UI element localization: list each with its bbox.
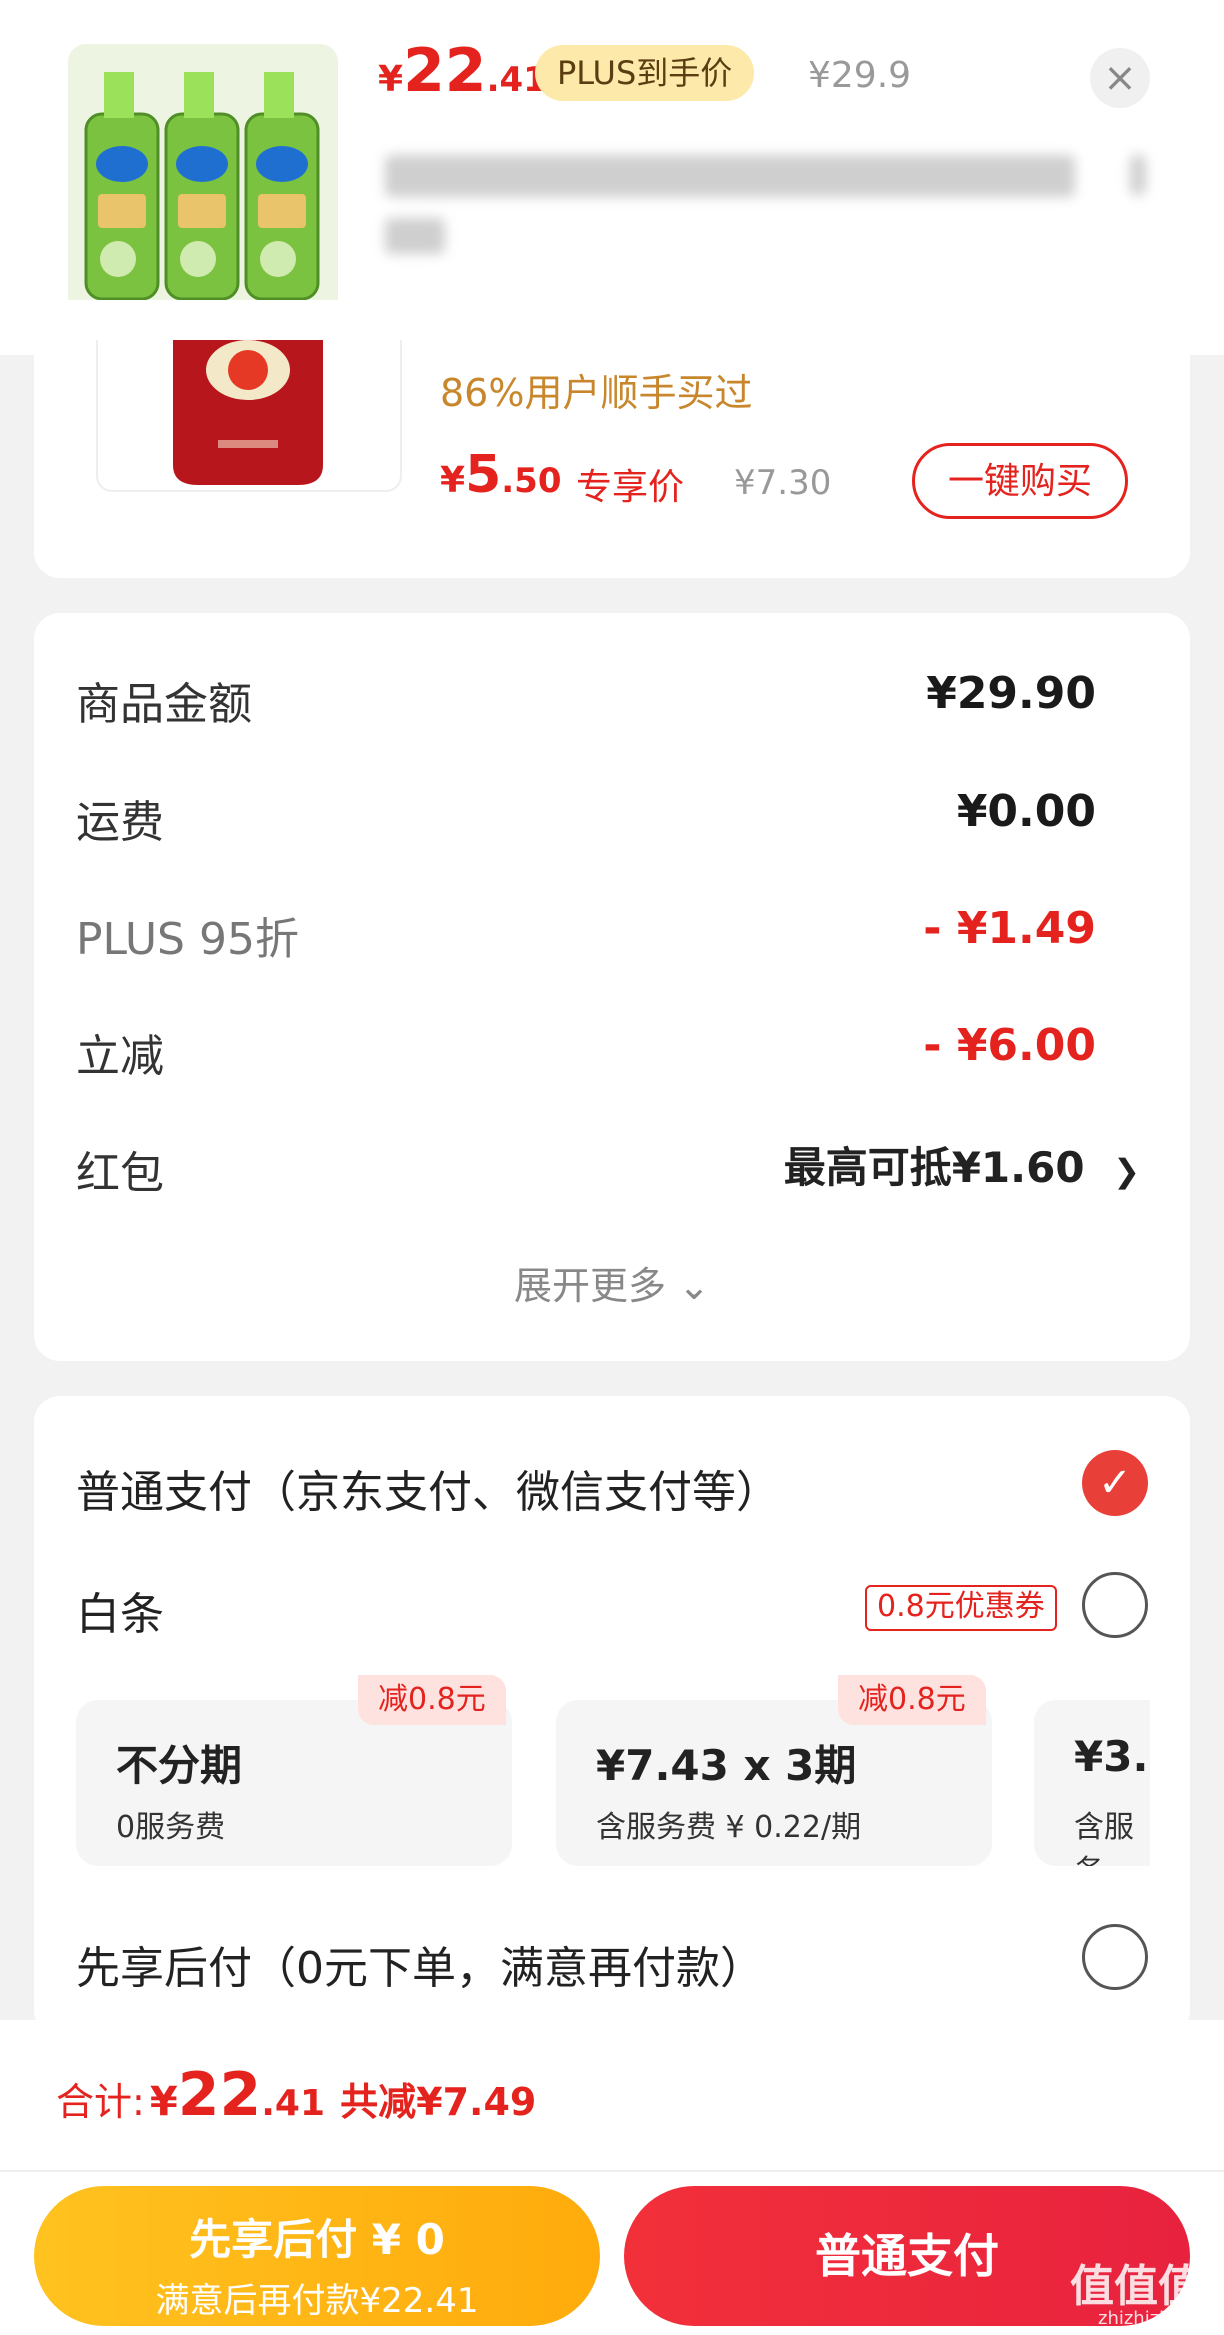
upsell-price: ¥5.50 <box>440 445 561 505</box>
summary-label-plus-discount: PLUS 95折 <box>76 914 299 965</box>
installment-discount-badge-2: 减0.8元 <box>838 1675 986 1725</box>
expand-more-label: 展开更多 <box>514 1264 667 1308</box>
upsell-currency: ¥ <box>440 460 466 501</box>
expand-more-button[interactable]: 展开更多 ⌄ <box>0 1255 1224 1310</box>
total-currency: ¥ <box>149 2079 178 2125</box>
upsell-price-dec: .50 <box>501 461 562 501</box>
upsell-product-image <box>96 340 402 492</box>
summary-value-plus-discount: - ¥1.49 <box>923 903 1096 954</box>
summary-value-red-packet: 最高可抵¥1.60 <box>783 1143 1085 1192</box>
order-total: 合计: ¥22.41 共减¥7.49 <box>56 2060 536 2130</box>
chevron-right-icon: ❯ <box>1113 1152 1140 1190</box>
check-icon: ✓ <box>1098 1460 1132 1506</box>
bottom-divider <box>0 2170 1224 2172</box>
coupon-badge: 0.8元优惠券 <box>865 1585 1057 1631</box>
installment-title-2: ¥7.43 x 3期 <box>596 1741 857 1790</box>
upsell-price-int: 5 <box>465 445 502 505</box>
close-button[interactable]: × <box>1090 48 1150 108</box>
summary-value-subtotal: ¥29.90 <box>926 668 1096 719</box>
pay-later-label[interactable]: 先享后付（0元下单，满意再付款） <box>76 1932 764 1996</box>
summary-value-shipping: ¥0.00 <box>956 786 1096 837</box>
product-title-blurred-3 <box>1130 155 1146 195</box>
normal-payment-label[interactable]: 普通支付（京东支付、微信支付等） <box>76 1456 780 1520</box>
total-saving: 共减¥7.49 <box>340 2080 537 2124</box>
watermark-logo: 值值值 <box>1070 2261 1202 2312</box>
summary-value-instant-discount: - ¥6.00 <box>923 1020 1096 1071</box>
chevron-down-icon: ⌄ <box>678 1264 710 1308</box>
currency-symbol: ¥ <box>378 59 404 100</box>
summary-label-shipping: 运费 <box>76 797 164 848</box>
installment-title-3: ¥3.8 <box>1074 1732 1150 1781</box>
installment-title-1: 不分期 <box>116 1741 243 1790</box>
one-click-buy-button[interactable]: 一键购买 <box>912 443 1128 519</box>
exclusive-price-tag: 专享价 <box>576 467 685 508</box>
pay-later-button-main: 先享后付 ¥ 0 <box>189 2215 445 2264</box>
red-packet-row[interactable]: 最高可抵¥1.60 ❯ <box>784 1134 1140 1195</box>
installment-sub-1: 0服务费 <box>116 1810 226 1845</box>
header-price: ¥22.41 <box>378 36 547 106</box>
watermark-url: zhizhizhi.com <box>1098 2308 1220 2329</box>
original-price: ¥29.9 <box>808 55 912 96</box>
baitiao-label[interactable]: 白条 <box>76 1578 164 1642</box>
product-title-blurred-2 <box>385 218 445 254</box>
upsell-title: 86%用户顺手买过 <box>440 371 753 415</box>
upsell-original-price: ¥7.30 <box>734 463 832 503</box>
baitiao-radio[interactable] <box>1082 1572 1148 1638</box>
price-integer: 22 <box>403 36 487 106</box>
product-thumbnail <box>68 44 338 314</box>
installment-discount-badge-1: 减0.8元 <box>358 1675 506 1725</box>
installment-sub-2: 含服务费 ¥ 0.22/期 <box>596 1810 862 1845</box>
pay-later-button-sub: 满意后再付款¥22.41 <box>155 2281 479 2321</box>
summary-label-subtotal: 商品金额 <box>76 679 252 730</box>
close-icon: × <box>1103 55 1137 101</box>
product-title-blurred <box>385 155 1075 197</box>
pay-later-button[interactable]: 先享后付 ¥ 0 满意后再付款¥22.41 <box>34 2186 600 2326</box>
pay-later-radio[interactable] <box>1082 1924 1148 1990</box>
installment-sub-3: 含服务 <box>1074 1810 1134 1866</box>
installment-option-3-clip: ¥3.8 含服务 <box>1034 1700 1150 1866</box>
total-decimal: .41 <box>261 2083 326 2124</box>
normal-payment-radio[interactable]: ✓ <box>1082 1450 1148 1516</box>
total-integer: 22 <box>177 2060 262 2130</box>
summary-label-red-packet: 红包 <box>76 1148 164 1199</box>
total-prefix: 合计: <box>56 2080 145 2124</box>
summary-label-instant-discount: 立减 <box>76 1031 164 1082</box>
plus-price-tag: PLUS到手价 <box>535 45 755 101</box>
